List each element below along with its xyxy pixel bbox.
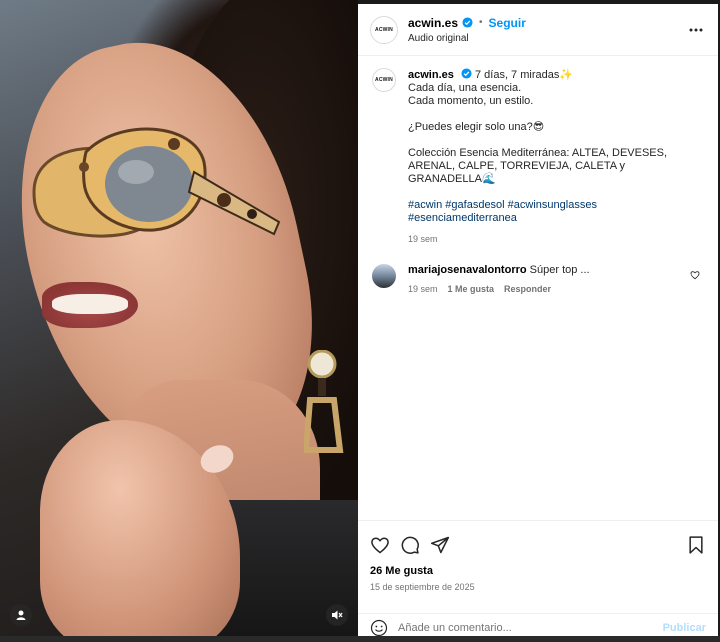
bottom-strip: [0, 636, 720, 642]
comments-section: ACWIN acwin.es 7 días, 7 miradas✨ Cada d…: [358, 56, 718, 520]
caption-line: Colección Esencia Mediterránea: ALTEA, D…: [408, 147, 668, 185]
commenter-username[interactable]: mariajosenavalontorro: [408, 264, 527, 276]
comment-input[interactable]: [398, 621, 663, 634]
header-meta: acwin.es • Seguir Audio original: [408, 16, 526, 44]
earring-graphic: [304, 350, 344, 453]
avatar-text: ACWIN: [375, 26, 393, 33]
caption-username[interactable]: acwin.es: [408, 69, 454, 81]
verified-badge-icon: [462, 17, 473, 28]
comment-time[interactable]: 19 sem: [408, 284, 438, 294]
reply-button[interactable]: Responder: [504, 284, 551, 294]
caption-line: Cada momento, un estilo.: [408, 95, 534, 107]
actions-bar: 26 Me gusta 15 de septiembre de 2025 Pub…: [358, 520, 718, 640]
comment-text: Súper top ...: [529, 264, 590, 276]
comment-body: mariajosenavalontorro Súper top ... 19 s…: [408, 264, 590, 294]
caption-time[interactable]: 19 sem: [408, 233, 698, 246]
comment-heart-icon[interactable]: [690, 270, 700, 280]
post-date: 15 de septiembre de 2025: [370, 582, 475, 592]
mute-icon: [332, 610, 343, 620]
avatar-text: ACWIN: [375, 77, 393, 83]
action-icons: [358, 521, 718, 559]
comment-likes[interactable]: 1 Me gusta: [448, 284, 495, 294]
sunglasses-graphic: [32, 127, 281, 238]
follow-button[interactable]: Seguir: [489, 16, 526, 30]
media-teeth: [52, 294, 128, 314]
caption-line: Cada día, una esencia.: [408, 82, 522, 94]
caption-headline: 7 días, 7 miradas✨: [474, 69, 574, 81]
account-avatar[interactable]: ACWIN: [370, 15, 398, 44]
emoji-icon[interactable]: [370, 619, 388, 637]
caption-text: acwin.es 7 días, 7 miradas✨ Cada día, un…: [408, 68, 698, 246]
header-username[interactable]: acwin.es: [408, 16, 458, 30]
post-panel: ACWIN acwin.es • Seguir Audio original A…: [358, 4, 718, 640]
mute-button[interactable]: [326, 604, 348, 626]
user-tag-button[interactable]: [10, 604, 32, 626]
caption-avatar[interactable]: ACWIN: [372, 68, 396, 92]
header-separator: •: [479, 17, 483, 28]
user-tag-icon: [16, 610, 26, 620]
commenter-avatar[interactable]: [372, 264, 396, 288]
publish-button[interactable]: Publicar: [663, 622, 706, 634]
caption-line: ¿Puedes elegir solo una?😎: [408, 121, 545, 133]
post-media[interactable]: [0, 0, 358, 642]
share-icon[interactable]: [430, 535, 450, 555]
post-header: ACWIN acwin.es • Seguir Audio original: [358, 4, 718, 56]
comment-item: mariajosenavalontorro Súper top ... 19 s…: [372, 264, 704, 294]
caption: ACWIN acwin.es 7 días, 7 miradas✨ Cada d…: [372, 68, 704, 246]
save-icon[interactable]: [686, 535, 706, 555]
comment-icon[interactable]: [400, 535, 420, 555]
caption-hashtags[interactable]: #acwin #gafasdesol #acwinsunglasses #ese…: [408, 199, 698, 225]
audio-label[interactable]: Audio original: [408, 33, 526, 44]
more-icon[interactable]: [688, 22, 704, 38]
verified-badge-icon: [461, 68, 472, 79]
heart-icon[interactable]: [370, 535, 390, 555]
like-count[interactable]: 26 Me gusta: [358, 559, 718, 577]
